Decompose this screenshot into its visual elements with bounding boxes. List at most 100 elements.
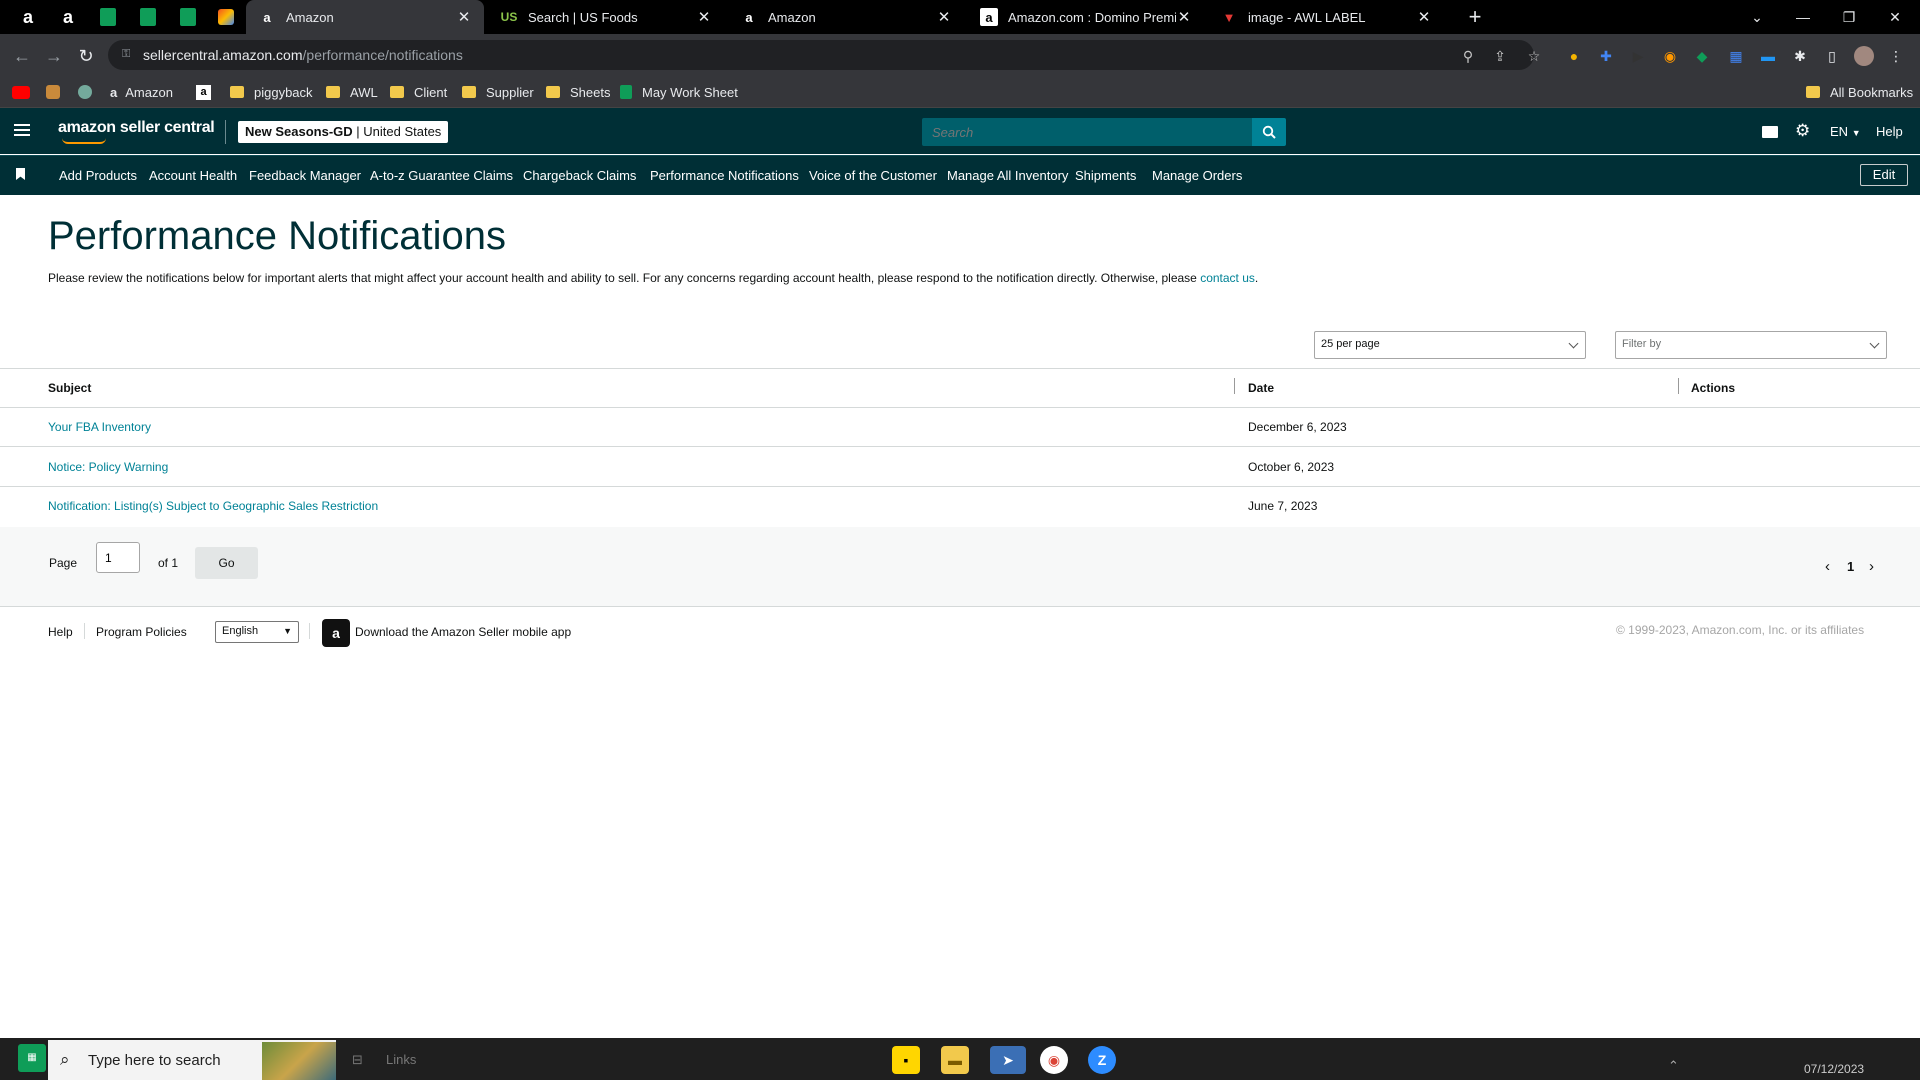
reload-icon[interactable]: ↻ (74, 44, 98, 68)
nav-manage-all-inventory[interactable]: Manage All Inventory (947, 168, 1068, 183)
tab-amazon-domino[interactable]: a Amazon.com : Domino Premiu ✕ (968, 0, 1204, 34)
pinned-tab-sheets-2[interactable] (134, 6, 162, 28)
tab-search-chevron-icon[interactable]: ⌄ (1734, 0, 1780, 34)
close-icon[interactable]: ✕ (1416, 8, 1432, 26)
column-header-date[interactable]: Date (1248, 381, 1274, 395)
tab-amazon-3[interactable]: a Amazon ✕ (728, 0, 964, 34)
pinned-tab-sheets-3[interactable] (174, 6, 202, 28)
tab-us-foods[interactable]: US Search | US Foods ✕ (488, 0, 724, 34)
notification-subject-link[interactable]: Notice: Policy Warning (48, 460, 168, 474)
extension-icon[interactable]: ◉ (1660, 46, 1680, 66)
zoom-icon[interactable]: ⚲ (1458, 46, 1478, 66)
current-page-number[interactable]: 1 (1847, 559, 1854, 574)
column-header-subject[interactable]: Subject (48, 381, 91, 395)
share-icon[interactable]: ⇪ (1490, 46, 1510, 66)
chevron-right-icon[interactable]: › (1869, 558, 1874, 575)
nav-account-health[interactable]: Account Health (149, 168, 237, 183)
close-icon[interactable]: ✕ (696, 8, 712, 26)
nav-add-products[interactable]: Add Products (59, 168, 137, 183)
bookmark-folder-supplier[interactable]: Supplier (462, 82, 534, 102)
bookmark-app[interactable] (46, 82, 60, 102)
header-search-button[interactable] (1252, 118, 1286, 146)
pinned-tab-app[interactable] (212, 6, 240, 28)
pinned-tab-sheets[interactable] (94, 6, 122, 28)
profile-avatar[interactable] (1854, 46, 1874, 66)
url-text[interactable]: sellercentral.amazon.com/performance/not… (143, 47, 463, 63)
filter-placeholder: Filter by (1622, 338, 1662, 350)
extension-icon[interactable]: ◆ (1692, 46, 1712, 66)
new-tab-button[interactable]: + (1452, 0, 1498, 34)
bookmark-folder-piggyback[interactable]: piggyback (230, 82, 313, 102)
extension-icon[interactable]: ▬ (1758, 46, 1778, 66)
bookmark-chatgpt[interactable] (78, 82, 92, 102)
start-widget-icon[interactable]: ▦ (18, 1044, 46, 1072)
store-switcher[interactable]: New Seasons-GD | United States (238, 121, 449, 143)
nav-voice-of-customer[interactable]: Voice of the Customer (809, 168, 937, 183)
bookmark-folder-awl[interactable]: AWL (326, 82, 378, 102)
extension-icon[interactable]: ● (1564, 46, 1584, 66)
language-selector[interactable]: EN ▼ (1830, 124, 1861, 139)
close-icon[interactable]: ✕ (456, 8, 472, 26)
nav-manage-orders[interactable]: Manage Orders (1152, 168, 1242, 183)
chevron-left-icon[interactable]: ‹ (1825, 558, 1830, 575)
bookmark-youtube[interactable] (12, 82, 30, 102)
minimize-icon[interactable]: — (1780, 0, 1826, 34)
mail-icon[interactable] (1762, 124, 1778, 138)
bookmark-may-work-sheet[interactable]: May Work Sheet (620, 82, 738, 102)
star-icon[interactable]: ☆ (1524, 46, 1544, 66)
download-app-link[interactable]: Download the Amazon Seller mobile app (355, 625, 571, 639)
side-panel-icon[interactable]: ▯ (1822, 46, 1842, 66)
tab-awl-label[interactable]: ▼ image - AWL LABEL ✕ (1208, 0, 1444, 34)
filter-select[interactable]: Filter by (1615, 331, 1887, 359)
window-close-icon[interactable]: ✕ (1872, 0, 1918, 34)
file-explorer-icon[interactable]: ▬ (941, 1046, 969, 1074)
bookmark-amazon-box[interactable]: a (196, 82, 211, 102)
all-bookmarks[interactable]: All Bookmarks (1806, 82, 1913, 102)
close-icon[interactable]: ✕ (936, 8, 952, 26)
seller-app-icon[interactable]: a (322, 619, 350, 647)
nav-chargeback-claims[interactable]: Chargeback Claims (523, 168, 636, 183)
tab-amazon-active[interactable]: a Amazon ✕ (246, 0, 484, 34)
gear-icon[interactable]: ⚙ (1795, 121, 1810, 141)
sticky-notes-icon[interactable]: ▪ (892, 1046, 920, 1074)
zoom-app-icon[interactable]: Z (1088, 1046, 1116, 1074)
go-button[interactable]: Go (195, 547, 258, 579)
kebab-menu-icon[interactable]: ⋮ (1886, 46, 1906, 66)
bookmark-amazon[interactable]: a Amazon (110, 82, 173, 102)
footer-help-link[interactable]: Help (48, 625, 73, 639)
footer-language-select[interactable]: English ▼ (215, 621, 299, 643)
hamburger-menu-icon[interactable] (14, 124, 30, 137)
telegram-icon[interactable]: ➤ (990, 1046, 1026, 1074)
page-number-input[interactable] (96, 542, 140, 573)
nav-feedback-manager[interactable]: Feedback Manager (249, 168, 361, 183)
bookmark-folder-client[interactable]: Client (390, 82, 447, 102)
back-arrow-icon[interactable]: ← (10, 44, 34, 68)
close-icon[interactable]: ✕ (1176, 8, 1192, 26)
links-label[interactable]: Links (386, 1052, 416, 1067)
calculator-icon[interactable]: ▦ (1726, 46, 1746, 66)
puzzle-icon[interactable]: ✱ (1790, 46, 1810, 66)
links-icon[interactable]: ⊟ (352, 1052, 363, 1068)
header-search-input[interactable] (922, 118, 1252, 146)
notification-subject-link[interactable]: Your FBA Inventory (48, 420, 151, 434)
footer-program-policies-link[interactable]: Program Policies (96, 625, 187, 639)
forward-arrow-icon[interactable]: → (42, 44, 66, 68)
site-info-icon[interactable]: ⚿ (122, 48, 132, 60)
notification-subject-link[interactable]: Notification: Listing(s) Subject to Geog… (48, 499, 378, 513)
bookmark-folder-sheets[interactable]: Sheets (546, 82, 610, 102)
contact-us-link[interactable]: contact us (1200, 271, 1255, 285)
chrome-icon[interactable]: ◉ (1040, 1046, 1068, 1074)
seller-central-logo[interactable]: amazon seller central (58, 119, 215, 137)
nav-shipments[interactable]: Shipments (1075, 168, 1136, 183)
nav-a-to-z-claims[interactable]: A-to-z Guarantee Claims (370, 168, 513, 183)
header-help-link[interactable]: Help (1876, 124, 1903, 139)
per-page-select[interactable]: 25 per page (1314, 331, 1586, 359)
nav-performance-notifications[interactable]: Performance Notifications (650, 168, 799, 183)
nav-edit-button[interactable]: Edit (1860, 164, 1908, 186)
extension-icon[interactable]: ▶ (1628, 46, 1648, 66)
extension-icon[interactable]: ✚ (1596, 46, 1616, 66)
restore-icon[interactable]: ❐ (1826, 0, 1872, 34)
pinned-tab-amazon[interactable]: a (14, 6, 42, 28)
system-tray-icon[interactable]: ⌃ (1668, 1058, 1679, 1074)
pinned-tab-amazon-2[interactable]: a (54, 6, 82, 28)
